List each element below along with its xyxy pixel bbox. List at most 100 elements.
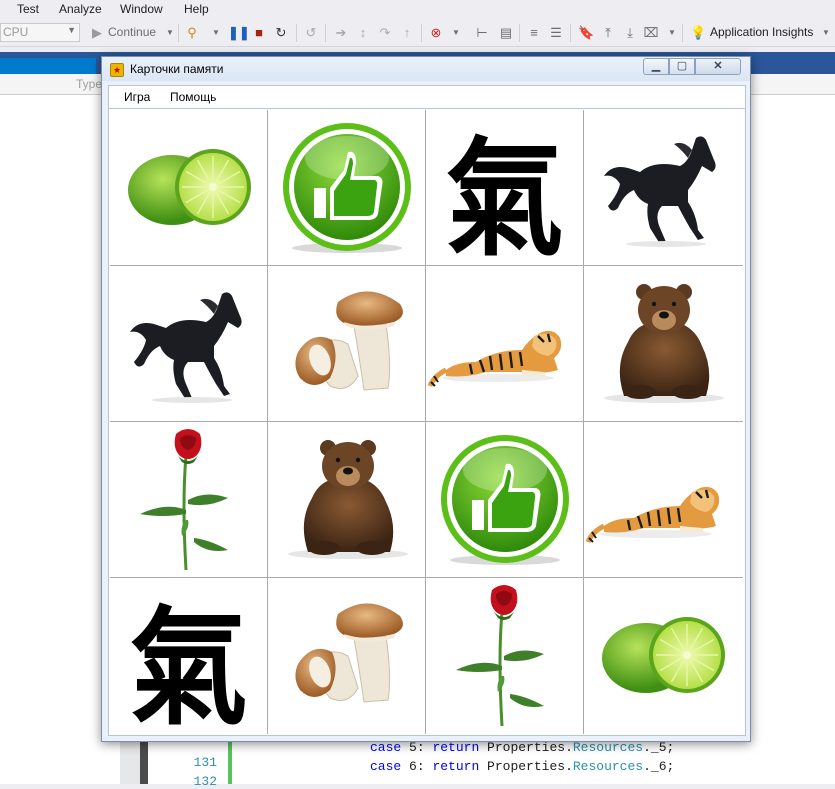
memory-card-rose[interactable] <box>426 578 584 734</box>
memory-card-lime[interactable] <box>110 110 268 266</box>
code-token: 6: <box>401 759 433 774</box>
step-over-icon[interactable]: ↕ <box>355 25 371 41</box>
memory-card-horse[interactable] <box>584 110 743 266</box>
ide-menu-test[interactable]: Test <box>17 2 39 16</box>
menu-game[interactable]: Игра <box>124 90 150 104</box>
thumbs-up-image <box>441 435 569 565</box>
rose-image <box>140 429 228 571</box>
show-next-statement-icon[interactable]: ↺ <box>303 25 319 41</box>
code-text[interactable]: case 6: return Properties.Resources._6; <box>370 759 674 774</box>
mushroom-image <box>295 291 403 391</box>
code-token: Properties. <box>479 759 573 774</box>
bear-image <box>288 440 408 559</box>
memory-card-rose[interactable] <box>110 422 268 578</box>
bear-image <box>604 284 724 403</box>
memory-card-bear[interactable] <box>268 422 426 578</box>
application-insights-button[interactable]: Application Insights <box>710 25 813 39</box>
chevron-down-icon: ▼ <box>452 28 460 37</box>
bookmark-clear-icon[interactable]: ⌧ <box>643 25 659 41</box>
breakpoint-disable-icon[interactable]: ⊗ <box>428 25 444 41</box>
tiger-image <box>585 486 720 544</box>
keyword: return <box>432 759 480 774</box>
threads-icon[interactable]: ⊢ <box>474 25 490 41</box>
platform-value: CPU <box>3 25 29 39</box>
mushroom-image <box>295 603 403 703</box>
horse-image <box>604 136 716 247</box>
bookmark-icon[interactable]: 🔖 <box>578 25 594 41</box>
maximize-button[interactable]: ▢ <box>669 58 695 75</box>
memory-card-bear[interactable] <box>584 266 743 422</box>
minimize-button[interactable]: ▁ <box>643 58 669 75</box>
card-grid: 氣 氣 <box>110 110 743 734</box>
continue-button[interactable]: Continue <box>108 25 156 39</box>
chevron-down-icon: ▼ <box>67 25 76 35</box>
toolbar-separator <box>325 24 326 42</box>
memory-card-mushroom[interactable] <box>268 266 426 422</box>
code-token: ._6; <box>643 759 675 774</box>
toolbar-separator <box>519 24 520 42</box>
bookmark-next-icon[interactable]: ⤓ <box>622 25 638 41</box>
close-button[interactable]: ✕ <box>695 58 741 75</box>
memory-card-kanji[interactable]: 氣 <box>426 110 584 266</box>
ide-menu-analyze[interactable]: Analyze <box>59 2 102 16</box>
toolbar-separator <box>296 24 297 42</box>
step-up-icon[interactable]: ↑ <box>399 25 415 41</box>
memory-card-kanji[interactable]: 氣 <box>110 578 268 734</box>
change-indicator <box>228 735 232 784</box>
toolbar-separator <box>178 24 179 42</box>
line-number: 132 <box>193 774 218 789</box>
indent-icon[interactable]: ☰ <box>548 25 564 41</box>
ide-menubar: Test Analyze Window Help <box>0 0 835 20</box>
memory-card-mushroom[interactable] <box>268 578 426 734</box>
restart-icon[interactable]: ↻ <box>273 25 289 41</box>
type-dropdown-label[interactable]: Type <box>76 77 102 91</box>
app-icon: ★ <box>110 63 124 77</box>
kanji-image: 氣 <box>445 124 564 266</box>
memory-card-thumbs-up[interactable] <box>268 110 426 266</box>
keyword: case <box>370 740 402 755</box>
toolbar-separator <box>682 24 683 42</box>
window-menubar: Игра Помощь <box>108 85 746 108</box>
class-name: Resources <box>572 759 644 774</box>
find-icon[interactable]: ⚲ <box>184 25 200 41</box>
platform-dropdown[interactable]: CPU ▼ <box>0 23 80 42</box>
memory-card-tiger[interactable] <box>584 422 743 578</box>
keyword: case <box>370 759 402 774</box>
thumbs-up-image <box>283 123 411 253</box>
line-number-gutter <box>120 735 140 784</box>
window-titlebar[interactable]: ★ Карточки памяти ▁ ▢ ✕ <box>102 57 750 81</box>
chevron-down-icon: ▼ <box>668 28 676 37</box>
bookmark-prev-icon[interactable]: ⤒ <box>600 25 616 41</box>
rose-image <box>456 585 544 727</box>
stack-frame-icon[interactable]: ▤ <box>498 25 514 41</box>
memory-card-horse[interactable] <box>110 266 268 422</box>
pause-icon[interactable]: ❚❚ <box>228 25 250 41</box>
chevron-down-icon: ▼ <box>166 28 174 37</box>
step-into-icon[interactable]: ➔ <box>333 25 349 41</box>
horse-image <box>130 292 242 403</box>
ide-menu-help[interactable]: Help <box>184 2 209 16</box>
code-line[interactable]: 132 <box>178 759 217 789</box>
play-icon: ▶ <box>92 25 102 40</box>
toolbar-separator <box>421 24 422 42</box>
lime-image <box>602 617 725 693</box>
lightbulb-icon: 💡 <box>690 25 707 40</box>
step-out-icon[interactable]: ↷ <box>377 25 393 41</box>
chevron-down-icon: ▼ <box>822 28 830 37</box>
memory-card-thumbs-up[interactable] <box>426 422 584 578</box>
menu-help[interactable]: Помощь <box>170 90 216 104</box>
code-token: ._5; <box>643 740 675 755</box>
document-tab[interactable] <box>0 58 96 74</box>
class-name: Resources <box>572 740 644 755</box>
chevron-down-icon: ▼ <box>212 28 220 37</box>
stop-icon[interactable]: ■ <box>251 25 267 41</box>
code-text[interactable]: case 5: return Properties.Resources._5; <box>370 740 674 755</box>
memory-card-lime[interactable] <box>584 578 743 734</box>
card-board: 氣 氣 <box>108 108 746 736</box>
ide-menu-window[interactable]: Window <box>120 2 163 16</box>
lime-image <box>128 149 251 225</box>
align-icon[interactable]: ≡ <box>526 25 542 41</box>
tiger-image <box>427 330 562 388</box>
memory-card-tiger[interactable] <box>426 266 584 422</box>
keyword: return <box>432 740 480 755</box>
